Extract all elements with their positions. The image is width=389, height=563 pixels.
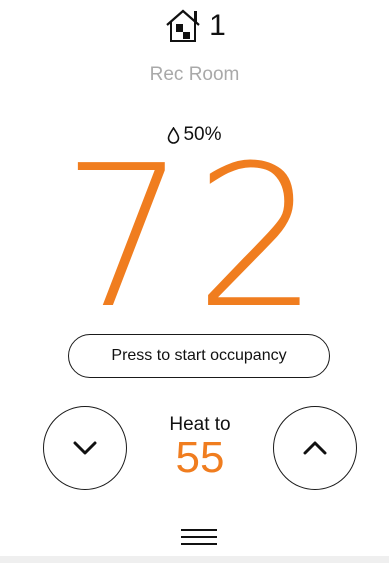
zone-indicator: 1 [0, 6, 389, 46]
setpoint-display: Heat to 55 [140, 414, 260, 482]
current-temperature: 72 [61, 124, 328, 352]
chevron-up-icon [303, 441, 327, 455]
room-name: Rec Room [149, 64, 240, 85]
increase-setpoint-button[interactable] [273, 406, 357, 490]
bottom-bar [0, 556, 389, 563]
chevron-down-icon [73, 441, 97, 455]
decrease-setpoint-button[interactable] [43, 406, 127, 490]
zone-house-icon [166, 9, 200, 42]
menu-icon[interactable] [181, 527, 217, 547]
start-occupancy-button[interactable]: Press to start occupancy [68, 334, 330, 378]
zone-number: 1 [209, 9, 226, 42]
setpoint-value: 55 [175, 433, 225, 482]
